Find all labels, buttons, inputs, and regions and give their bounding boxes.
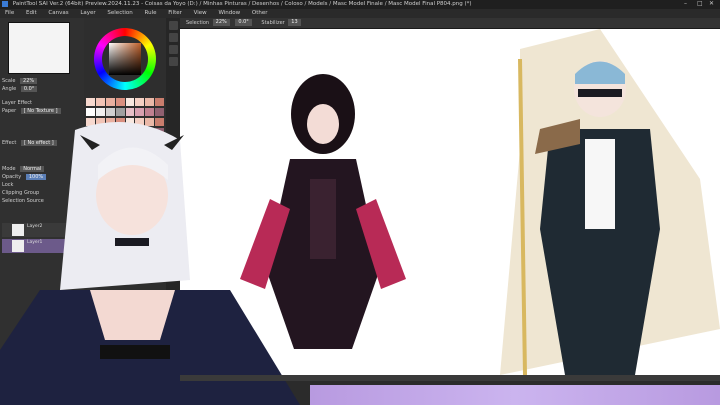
menu-canvas[interactable]: Canvas bbox=[48, 10, 68, 16]
layer-effect-header[interactable]: Layer Effect bbox=[2, 100, 32, 106]
tool-options-bar: Selection 22% 0.0° Stabilizer 13 bbox=[180, 18, 720, 29]
menu-rule[interactable]: Rule bbox=[145, 10, 157, 16]
color-swatch[interactable] bbox=[155, 98, 164, 106]
horizontal-scrollbar[interactable] bbox=[180, 375, 720, 381]
angle-field[interactable]: 0.0° bbox=[20, 86, 38, 92]
paper-label: Paper bbox=[2, 108, 17, 114]
minimize-button[interactable]: – bbox=[684, 0, 687, 7]
tool-button[interactable] bbox=[168, 57, 178, 66]
color-swatch[interactable] bbox=[95, 98, 105, 106]
menu-file[interactable]: File bbox=[5, 10, 14, 16]
angle-label: Angle bbox=[2, 86, 17, 92]
menu-view[interactable]: View bbox=[194, 10, 207, 16]
stabilizer-field[interactable]: 13 bbox=[288, 19, 301, 26]
close-button[interactable]: ✕ bbox=[709, 0, 714, 7]
saturation-value-square[interactable] bbox=[109, 43, 141, 75]
menu-edit[interactable]: Edit bbox=[26, 10, 37, 16]
color-swatch[interactable] bbox=[86, 98, 95, 106]
color-swatch[interactable] bbox=[145, 98, 155, 106]
tool-button[interactable] bbox=[168, 33, 178, 42]
color-swatch[interactable] bbox=[155, 107, 164, 116]
tool-button[interactable] bbox=[168, 21, 178, 30]
color-swatch[interactable] bbox=[115, 107, 125, 116]
menu-layer[interactable]: Layer bbox=[80, 10, 95, 16]
menu-window[interactable]: Window bbox=[218, 10, 240, 16]
color-swatch[interactable] bbox=[145, 107, 155, 116]
selection-label: Selection bbox=[186, 20, 210, 26]
color-swatch[interactable] bbox=[135, 107, 145, 116]
scale-row: Scale 22% bbox=[2, 78, 38, 84]
scale-label: Scale bbox=[2, 78, 16, 84]
app-icon bbox=[2, 1, 8, 7]
color-swatch[interactable] bbox=[86, 107, 95, 116]
menu-other[interactable]: Other bbox=[252, 10, 268, 16]
color-swatch[interactable] bbox=[115, 98, 125, 106]
stream-banner-overlay bbox=[310, 385, 720, 405]
menu-filter[interactable]: Filter bbox=[168, 10, 182, 16]
maximize-button[interactable]: □ bbox=[697, 0, 703, 7]
color-swatch[interactable] bbox=[105, 107, 115, 116]
color-swatch[interactable] bbox=[125, 98, 135, 106]
window-title: PaintTool SAI Ver.2 (64bit) Preview.2024… bbox=[12, 1, 472, 7]
color-wheel[interactable] bbox=[94, 28, 156, 90]
character-wizard-illustration bbox=[500, 29, 720, 375]
character-white-hair-overlay bbox=[0, 122, 300, 405]
title-bar: PaintTool SAI Ver.2 (64bit) Preview.2024… bbox=[0, 0, 720, 9]
color-swatch[interactable] bbox=[135, 98, 145, 106]
angle-row: Angle 0.0° bbox=[2, 86, 38, 92]
zoom-field[interactable]: 22% bbox=[212, 19, 230, 26]
tool-button[interactable] bbox=[168, 45, 178, 54]
color-swatch[interactable] bbox=[125, 107, 135, 116]
color-swatch[interactable] bbox=[105, 98, 115, 106]
stabilizer-label: Stabilizer bbox=[261, 20, 285, 26]
menu-selection[interactable]: Selection bbox=[107, 10, 132, 16]
color-swatch[interactable] bbox=[95, 107, 105, 116]
angle-field[interactable]: 0.0° bbox=[235, 19, 252, 26]
navigator-thumbnail[interactable] bbox=[8, 22, 70, 74]
paper-select[interactable]: [ No Texture ] bbox=[20, 108, 61, 114]
scale-field[interactable]: 22% bbox=[20, 78, 38, 84]
paper-row: Paper [ No Texture ] bbox=[2, 108, 61, 114]
